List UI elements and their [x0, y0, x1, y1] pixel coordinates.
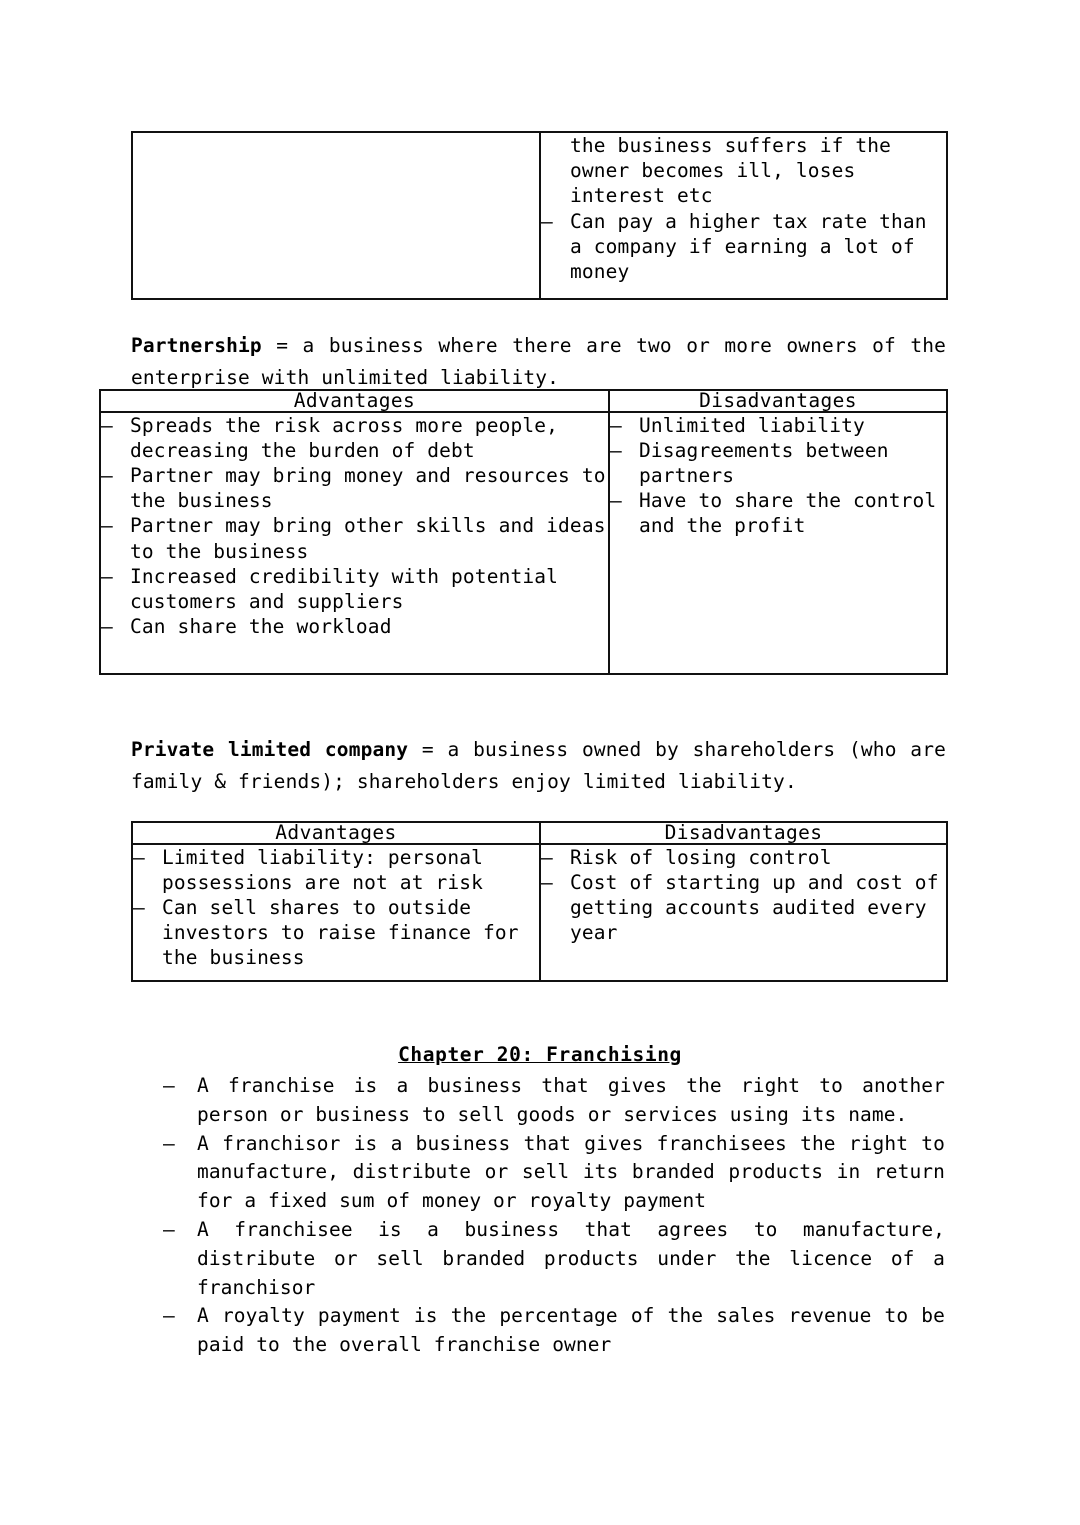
- partnership-definition: Partnership = a business where there are…: [131, 330, 946, 394]
- continued-table-left-cell: [131, 131, 541, 300]
- plc-disadvantages-list: Risk of losing control Cost of starting …: [541, 845, 946, 946]
- plc-advantages-header: Advantages: [131, 821, 541, 845]
- partnership-term: Partnership: [131, 334, 262, 357]
- plc-advantages-list: Limited liability: personal possessions …: [133, 845, 539, 971]
- plc-advantages-cell: Limited liability: personal possessions …: [131, 842, 541, 982]
- list-item: Cost of starting up and cost of getting …: [541, 870, 946, 946]
- plc-disadvantages-cell: Risk of losing control Cost of starting …: [539, 842, 948, 982]
- private-limited-company-definition: Private limited company = a business own…: [131, 734, 946, 798]
- partnership-disadvantages-list: Unlimited liability Disagreements betwee…: [610, 413, 946, 539]
- list-item: Partner may bring money and resources to…: [101, 463, 608, 513]
- list-item: Risk of losing control: [541, 845, 946, 870]
- list-item: Spreads the risk across more people, dec…: [101, 413, 608, 463]
- list-item: Disagreements between partners: [610, 438, 946, 488]
- table-row: Limited liability: personal possessions …: [131, 842, 948, 982]
- list-item: Can sell shares to outside investors to …: [133, 895, 539, 971]
- partnership-table: Advantages Disadvantages Spreads the ris…: [99, 389, 948, 675]
- list-item: Can share the workload: [101, 614, 608, 639]
- private-limited-company-table: Advantages Disadvantages Limited liabili…: [131, 821, 948, 982]
- continued-table-right-cell: the business suffers if the owner become…: [539, 131, 948, 300]
- partnership-advantages-list: Spreads the risk across more people, dec…: [101, 413, 608, 640]
- partnership-advantages-header: Advantages: [99, 389, 610, 413]
- partnership-disadvantages-header: Disadvantages: [608, 389, 948, 413]
- table-row: Spreads the risk across more people, dec…: [99, 410, 948, 675]
- plc-disadvantages-header: Disadvantages: [539, 821, 948, 845]
- partnership-disadvantages-cell: Unlimited liability Disagreements betwee…: [608, 410, 948, 675]
- document-page: the business suffers if the owner become…: [0, 0, 1080, 1525]
- list-item: Can pay a higher tax rate than a company…: [541, 209, 946, 285]
- partnership-advantages-cell: Spreads the risk across more people, dec…: [99, 410, 610, 675]
- continued-bullet-list: the business suffers if the owner become…: [541, 133, 946, 284]
- list-item: Limited liability: personal possessions …: [133, 845, 539, 895]
- partnership-equals: =: [261, 334, 303, 357]
- list-item: the business suffers if the owner become…: [570, 134, 892, 208]
- list-item: Have to share the control and the profit: [610, 488, 946, 538]
- list-item: Increased credibility with potential cus…: [101, 564, 608, 614]
- continued-table: the business suffers if the owner become…: [131, 131, 948, 300]
- list-item: A franchise is a business that gives the…: [155, 1072, 945, 1130]
- table-header-row: Advantages Disadvantages: [131, 821, 948, 845]
- list-item: A franchisor is a business that gives fr…: [155, 1130, 945, 1216]
- list-item: A royalty payment is the percentage of t…: [155, 1302, 945, 1360]
- table-header-row: Advantages Disadvantages: [99, 389, 948, 413]
- franchising-points-list: A franchise is a business that gives the…: [155, 1072, 945, 1360]
- chapter-heading: Chapter 20: Franchising: [398, 1043, 682, 1066]
- private-limited-company-equals: =: [408, 738, 448, 761]
- list-item: A franchisee is a business that agrees t…: [155, 1216, 945, 1302]
- table-row: the business suffers if the owner become…: [131, 131, 948, 300]
- list-item: Unlimited liability: [610, 413, 946, 438]
- private-limited-company-term: Private limited company: [131, 738, 409, 761]
- list-item: Partner may bring other skills and ideas…: [101, 513, 608, 563]
